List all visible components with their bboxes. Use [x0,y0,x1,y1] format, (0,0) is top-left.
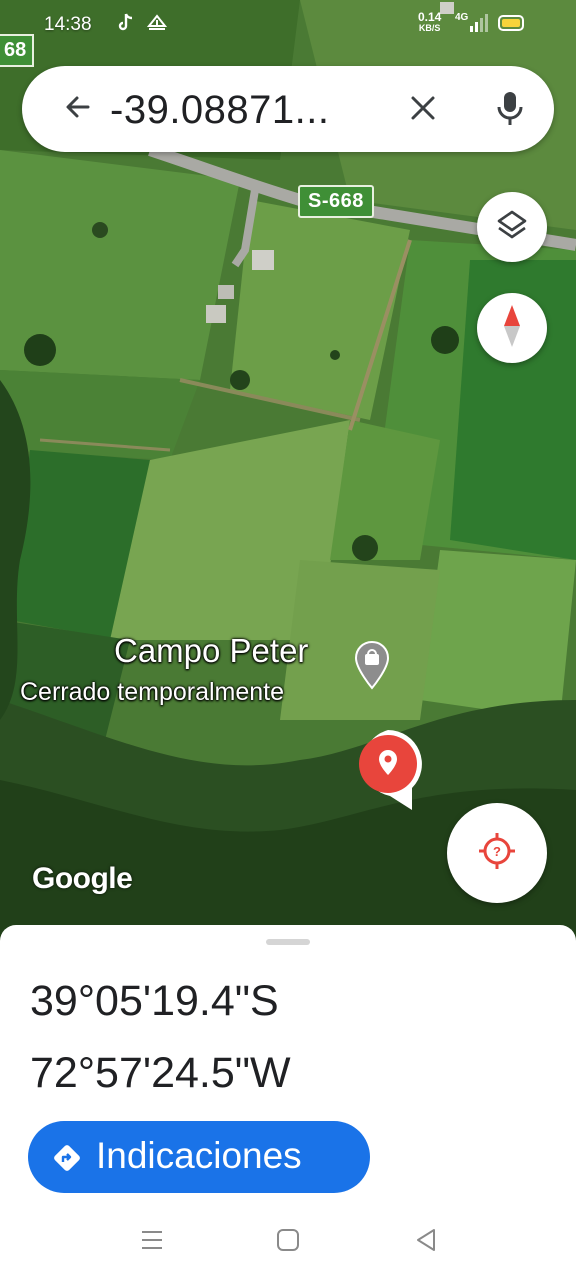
longitude-text: 72°57'24.5"W [30,1049,291,1097]
network-type: 4G [455,12,469,23]
search-query[interactable]: -39.08871... [110,88,330,133]
menu-nav-icon[interactable] [140,1228,164,1257]
svg-text:?: ? [493,844,501,859]
tiktok-icon [116,12,136,40]
compass-icon [500,303,524,354]
home-nav-icon[interactable] [276,1228,300,1257]
signal-icon [470,14,490,38]
directions-icon [52,1143,82,1178]
place-status: Cerrado temporalmente [20,678,285,706]
sheet-drag-handle[interactable] [266,939,310,945]
shopping-bag-pin-icon[interactable] [354,640,390,695]
layers-button[interactable] [477,192,547,262]
layers-icon [495,208,529,247]
latitude-text: 39°05'19.4"S [30,977,279,1025]
compass-button[interactable] [477,293,547,363]
notification-icon [146,12,168,38]
directions-label: Indicaciones [96,1135,302,1176]
back-nav-icon[interactable] [414,1228,438,1257]
my-location-button[interactable]: ? [447,803,547,903]
my-location-icon: ? [477,831,517,876]
status-bar: 14:38 0.14 KB/S 4G [0,0,576,52]
search-bar[interactable]: -39.08871... [22,66,554,152]
network-speed-value: 0.14 [418,10,442,24]
route-badge-left: 68 [0,34,35,67]
status-time: 14:38 [44,14,92,35]
google-attribution: Google [32,862,133,895]
network-speed-unit: KB/S [418,23,441,33]
battery-icon [498,15,524,31]
arrow-left-icon[interactable] [62,91,94,128]
dropped-pin-icon[interactable] [352,728,424,817]
close-icon[interactable] [408,93,438,128]
system-nav-bar [0,1200,576,1280]
route-badge: S-668 [298,185,374,218]
microphone-icon[interactable] [496,90,524,133]
network-speed: 0.14 KB/S [418,10,442,34]
directions-button[interactable]: Indicaciones [28,1121,370,1193]
place-name[interactable]: Campo Peter [114,632,308,670]
